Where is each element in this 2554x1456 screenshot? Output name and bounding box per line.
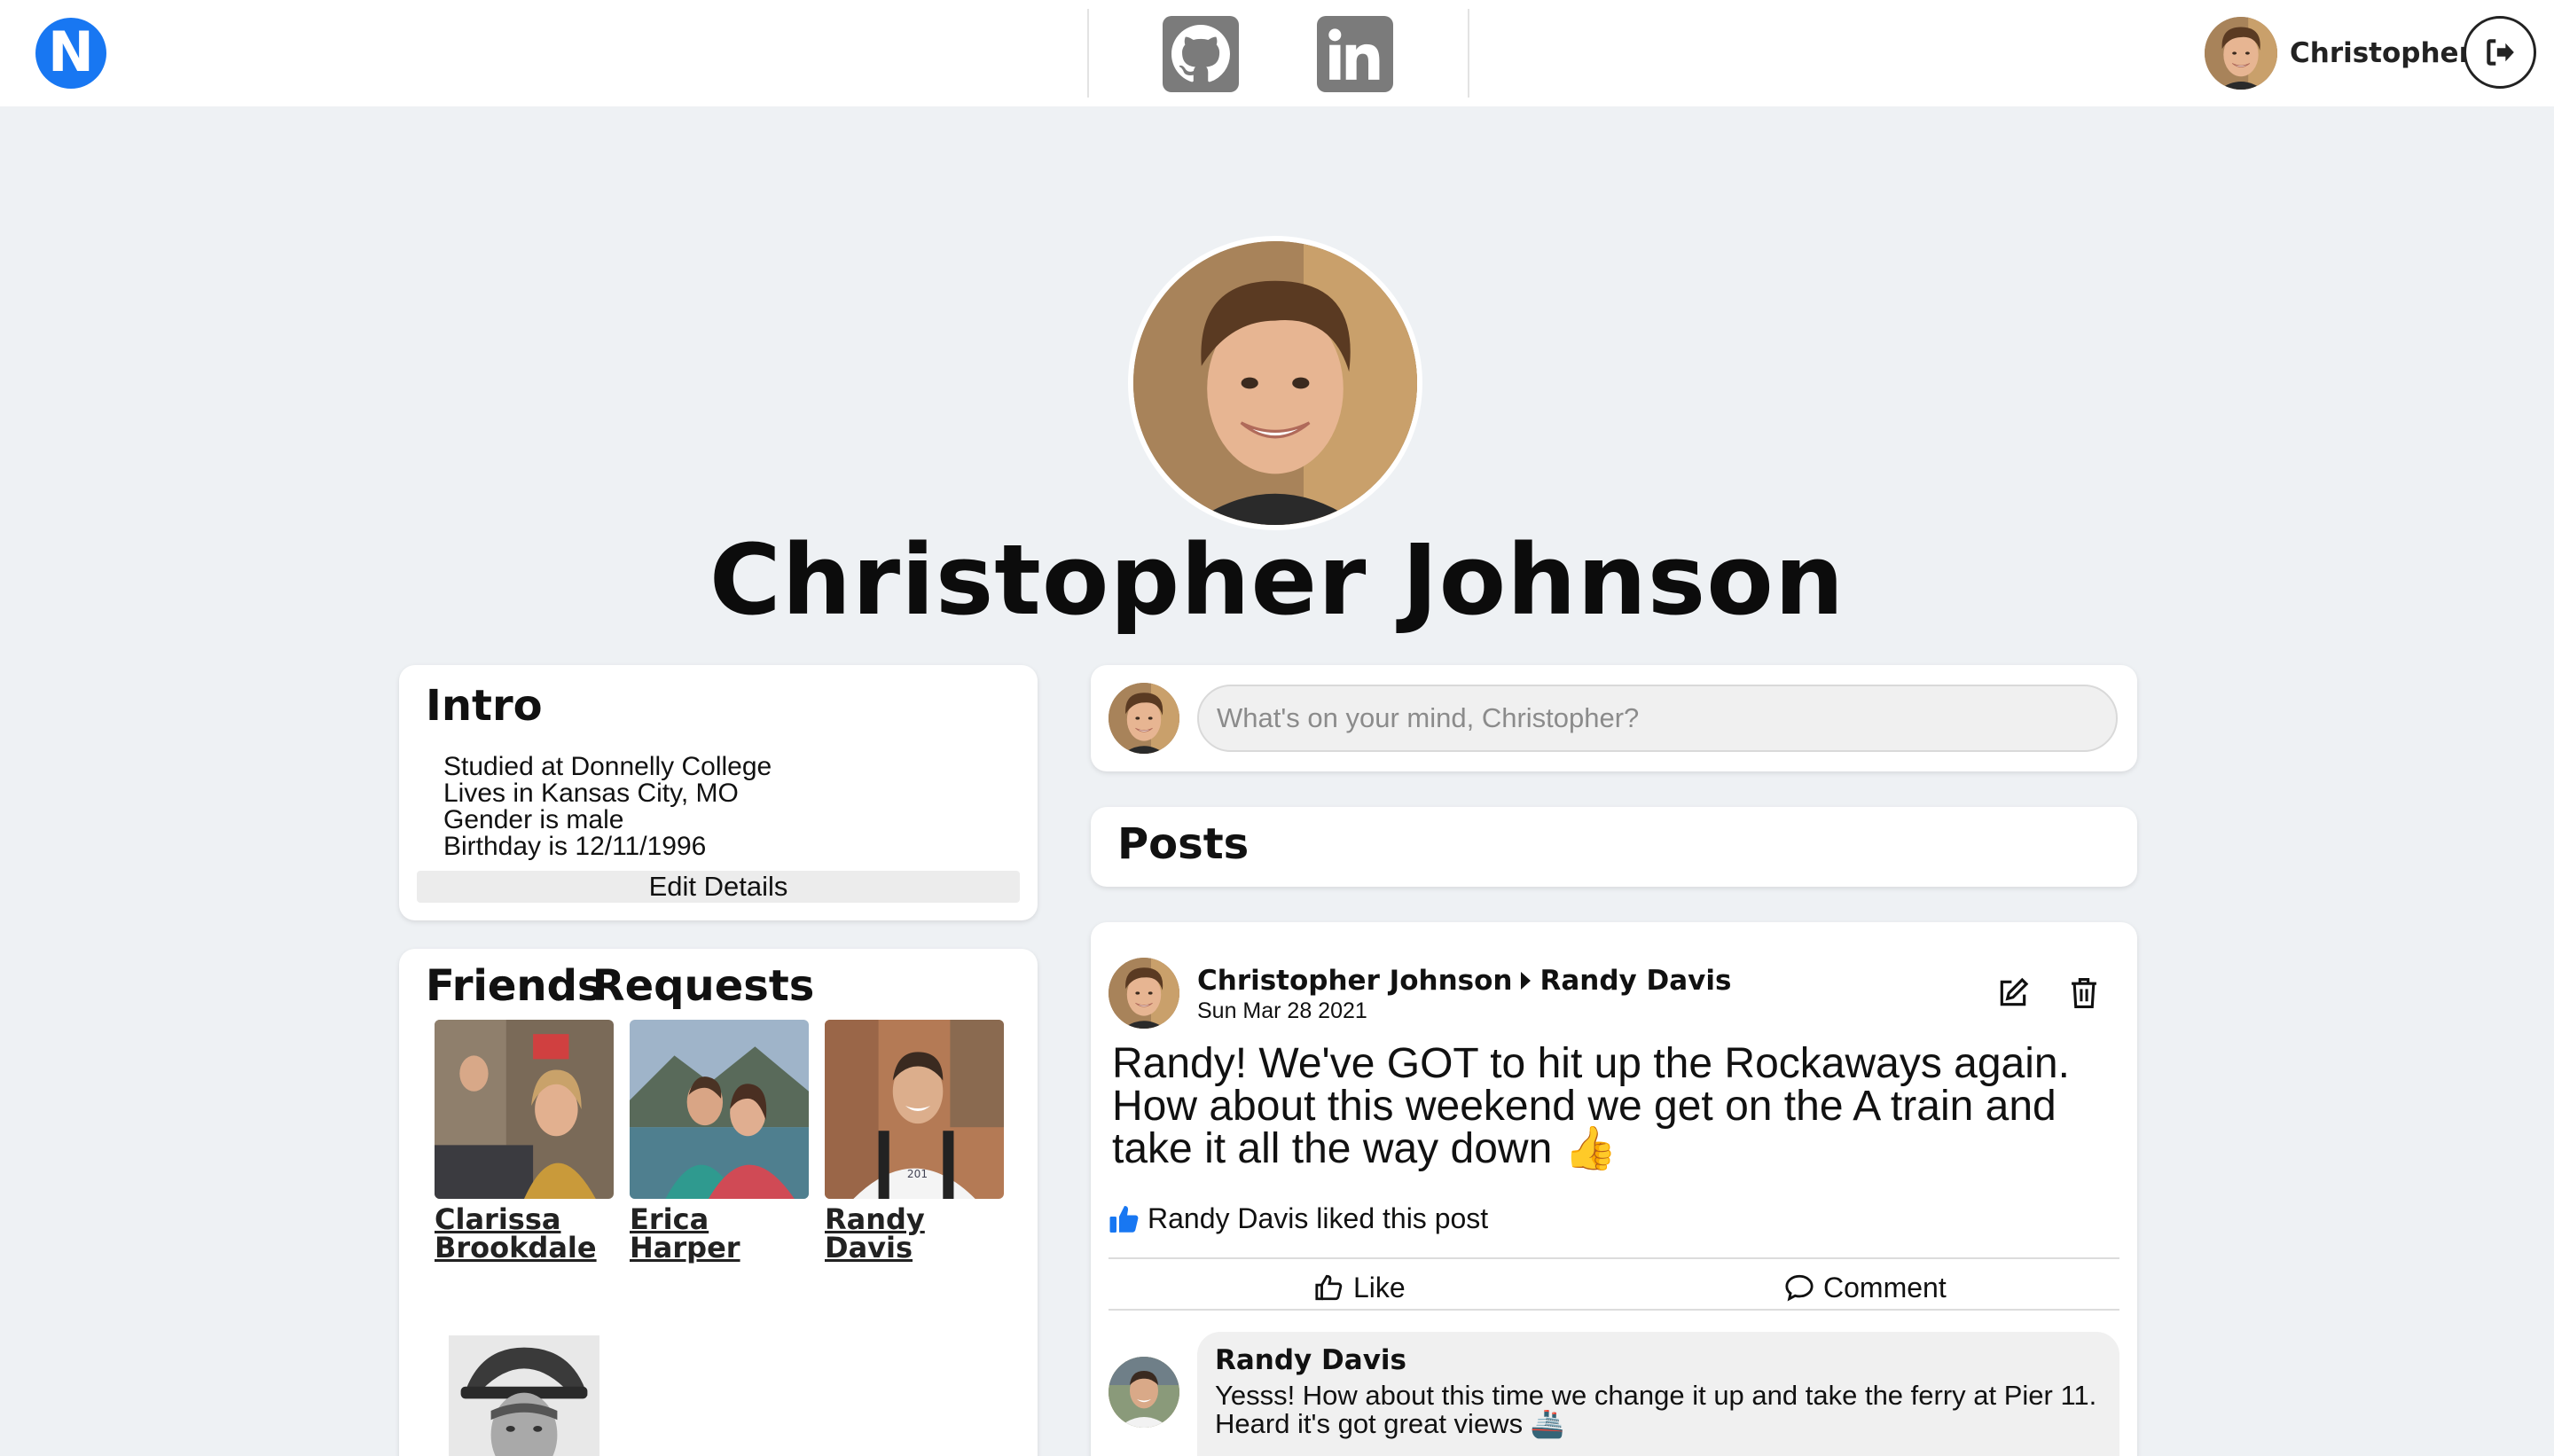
like-label: Like bbox=[1353, 1271, 1406, 1303]
thumbs-up-icon bbox=[1315, 1274, 1343, 1301]
comment-label: Comment bbox=[1823, 1271, 1947, 1303]
intro-details: Studied at Donnelly College Lives in Kan… bbox=[443, 754, 772, 860]
friends-card: Friends Clarissa Brookdale Erica Harper … bbox=[399, 949, 1038, 1456]
like-button[interactable]: Like bbox=[1314, 1263, 1406, 1312]
thumbs-up-filled-icon bbox=[1109, 1205, 1139, 1233]
comment-author-avatar[interactable] bbox=[1109, 1357, 1179, 1428]
edit-post-button[interactable] bbox=[1995, 975, 2031, 1011]
caret-right-icon bbox=[1521, 972, 1532, 990]
post-meta: Christopher Johnson Randy Davis Sun Mar … bbox=[1197, 965, 1731, 1024]
logout-icon bbox=[2487, 39, 2514, 66]
app-logo[interactable]: N bbox=[35, 18, 106, 89]
friend-requests-title: Friend Requests bbox=[426, 961, 815, 1011]
likes-text: Randy Davis liked this post bbox=[1148, 1202, 1489, 1234]
intro-card: Intro Studied at Donnelly College Lives … bbox=[399, 665, 1038, 920]
intro-location: Lives in Kansas City, MO bbox=[443, 779, 739, 808]
top-navbar: N Christopher bbox=[0, 0, 2554, 106]
edit-details-button[interactable]: Edit Details bbox=[417, 871, 1020, 903]
intro-gender: Gender is male bbox=[443, 805, 624, 834]
friend-photo[interactable] bbox=[825, 1020, 1004, 1199]
app-logo-letter: N bbox=[48, 20, 94, 84]
linkedin-icon bbox=[1328, 28, 1380, 80]
user-avatar bbox=[2205, 17, 2277, 90]
profile-portrait bbox=[1133, 241, 1417, 525]
comment-author-name[interactable]: Randy Davis bbox=[1215, 1344, 2102, 1376]
comment-bubble: Randy Davis Yesss! How about this time w… bbox=[1197, 1332, 2119, 1456]
friend-photo[interactable] bbox=[630, 1020, 809, 1199]
trash-icon bbox=[2072, 978, 2096, 1008]
posts-title: Posts bbox=[1117, 819, 1250, 869]
intro-education: Studied at Donnelly College bbox=[443, 752, 772, 781]
post-likes-summary: Randy Davis liked this post bbox=[1109, 1202, 1488, 1235]
friend-request-photo[interactable] bbox=[435, 1335, 614, 1456]
friend-item[interactable]: Randy Davis bbox=[825, 1020, 1004, 1262]
intro-title: Intro bbox=[426, 681, 543, 731]
comment-icon bbox=[1785, 1274, 1814, 1302]
comment-text: Yesss! How about this time we change it … bbox=[1215, 1380, 2097, 1439]
friend-item[interactable]: Erica Harper bbox=[630, 1020, 809, 1262]
posts-header-card: Posts bbox=[1091, 807, 2137, 887]
post-card: Christopher Johnson Randy Davis Sun Mar … bbox=[1091, 922, 2137, 1456]
post-author-avatar[interactable] bbox=[1109, 958, 1179, 1029]
post-authors: Christopher Johnson Randy Davis bbox=[1197, 965, 1731, 997]
edit-icon bbox=[2000, 977, 2029, 1006]
composer-avatar bbox=[1109, 683, 1179, 754]
post-body: Randy! We've GOT to hit up the Rockaways… bbox=[1112, 1040, 2070, 1172]
intro-birthday: Birthday is 12/11/1996 bbox=[443, 832, 707, 861]
post-composer bbox=[1091, 665, 2137, 771]
post-author-name[interactable]: Christopher Johnson bbox=[1197, 965, 1512, 997]
comment-button[interactable]: Comment bbox=[1784, 1263, 1947, 1312]
post-date: Sun Mar 28 2021 bbox=[1197, 998, 1367, 1023]
post-recipient-name[interactable]: Randy Davis bbox=[1539, 965, 1731, 997]
friend-photo[interactable] bbox=[435, 1020, 614, 1199]
friend-name-link[interactable]: Randy Davis bbox=[825, 1205, 1004, 1262]
friend-name-link[interactable]: Erica Harper bbox=[630, 1205, 809, 1262]
nav-divider-left bbox=[1087, 9, 1089, 98]
github-link[interactable] bbox=[1163, 16, 1239, 92]
post-divider-top bbox=[1109, 1257, 2119, 1259]
logout-button[interactable] bbox=[2464, 16, 2536, 89]
nav-divider-right bbox=[1468, 9, 1469, 98]
profile-photo bbox=[1128, 236, 1422, 530]
linkedin-link[interactable] bbox=[1317, 16, 1393, 92]
friend-item[interactable]: Clarissa Brookdale bbox=[435, 1020, 614, 1262]
profile-name: Christopher Johnson bbox=[709, 523, 1845, 637]
new-post-input[interactable] bbox=[1197, 685, 2118, 752]
post-divider-bottom bbox=[1109, 1309, 2119, 1311]
delete-post-button[interactable] bbox=[2066, 975, 2102, 1011]
current-user-name: Christopher bbox=[2290, 37, 2472, 69]
friend-name-link[interactable]: Clarissa Brookdale bbox=[435, 1205, 614, 1262]
github-icon bbox=[1171, 25, 1230, 82]
current-user-chip[interactable]: Christopher bbox=[2205, 16, 2472, 90]
